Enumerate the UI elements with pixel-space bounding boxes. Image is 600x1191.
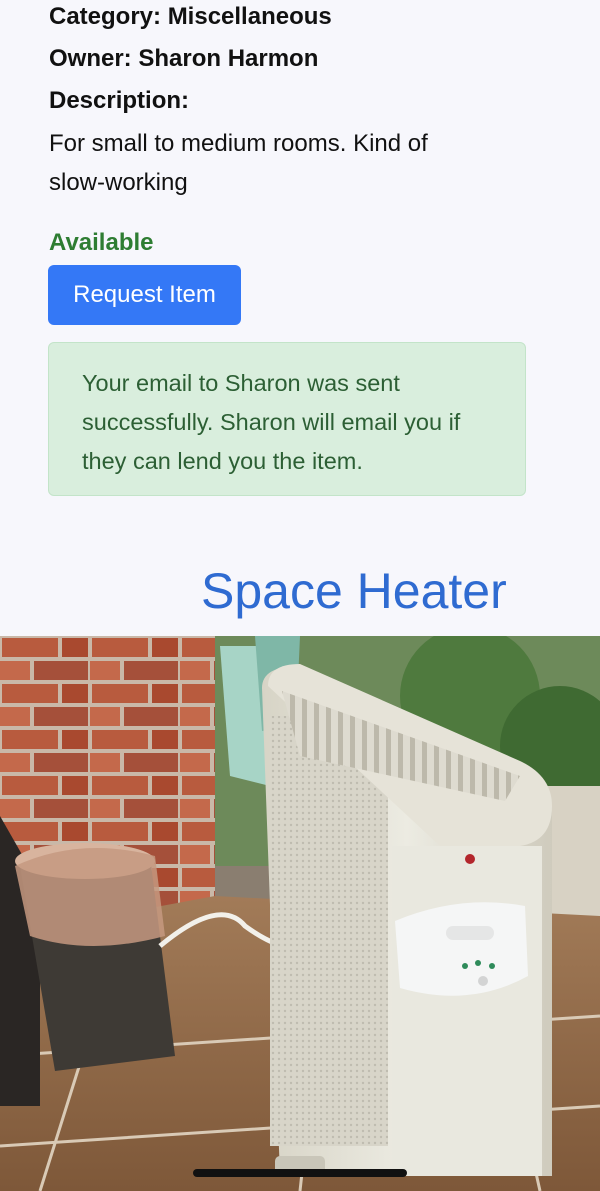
- home-indicator[interactable]: [193, 1169, 407, 1177]
- request-item-button[interactable]: Request Item: [48, 265, 241, 325]
- description-label: Description:: [49, 87, 190, 114]
- item-detail-page: Category: Miscellaneous Owner: Sharon Ha…: [0, 0, 600, 1191]
- category-line: Category: Miscellaneous: [49, 3, 332, 30]
- availability-status: Available: [49, 229, 154, 256]
- success-alert: Your email to Sharon was sent successful…: [48, 342, 526, 496]
- description-text: For small to medium rooms. Kind of slow-…: [49, 130, 428, 196]
- item-photo: [0, 636, 600, 1191]
- space-heater-photo: [0, 636, 600, 1191]
- owner-line: Owner: Sharon Harmon: [49, 45, 319, 72]
- item-title: Space Heater: [201, 563, 507, 619]
- success-message: Your email to Sharon was sent successful…: [82, 370, 461, 474]
